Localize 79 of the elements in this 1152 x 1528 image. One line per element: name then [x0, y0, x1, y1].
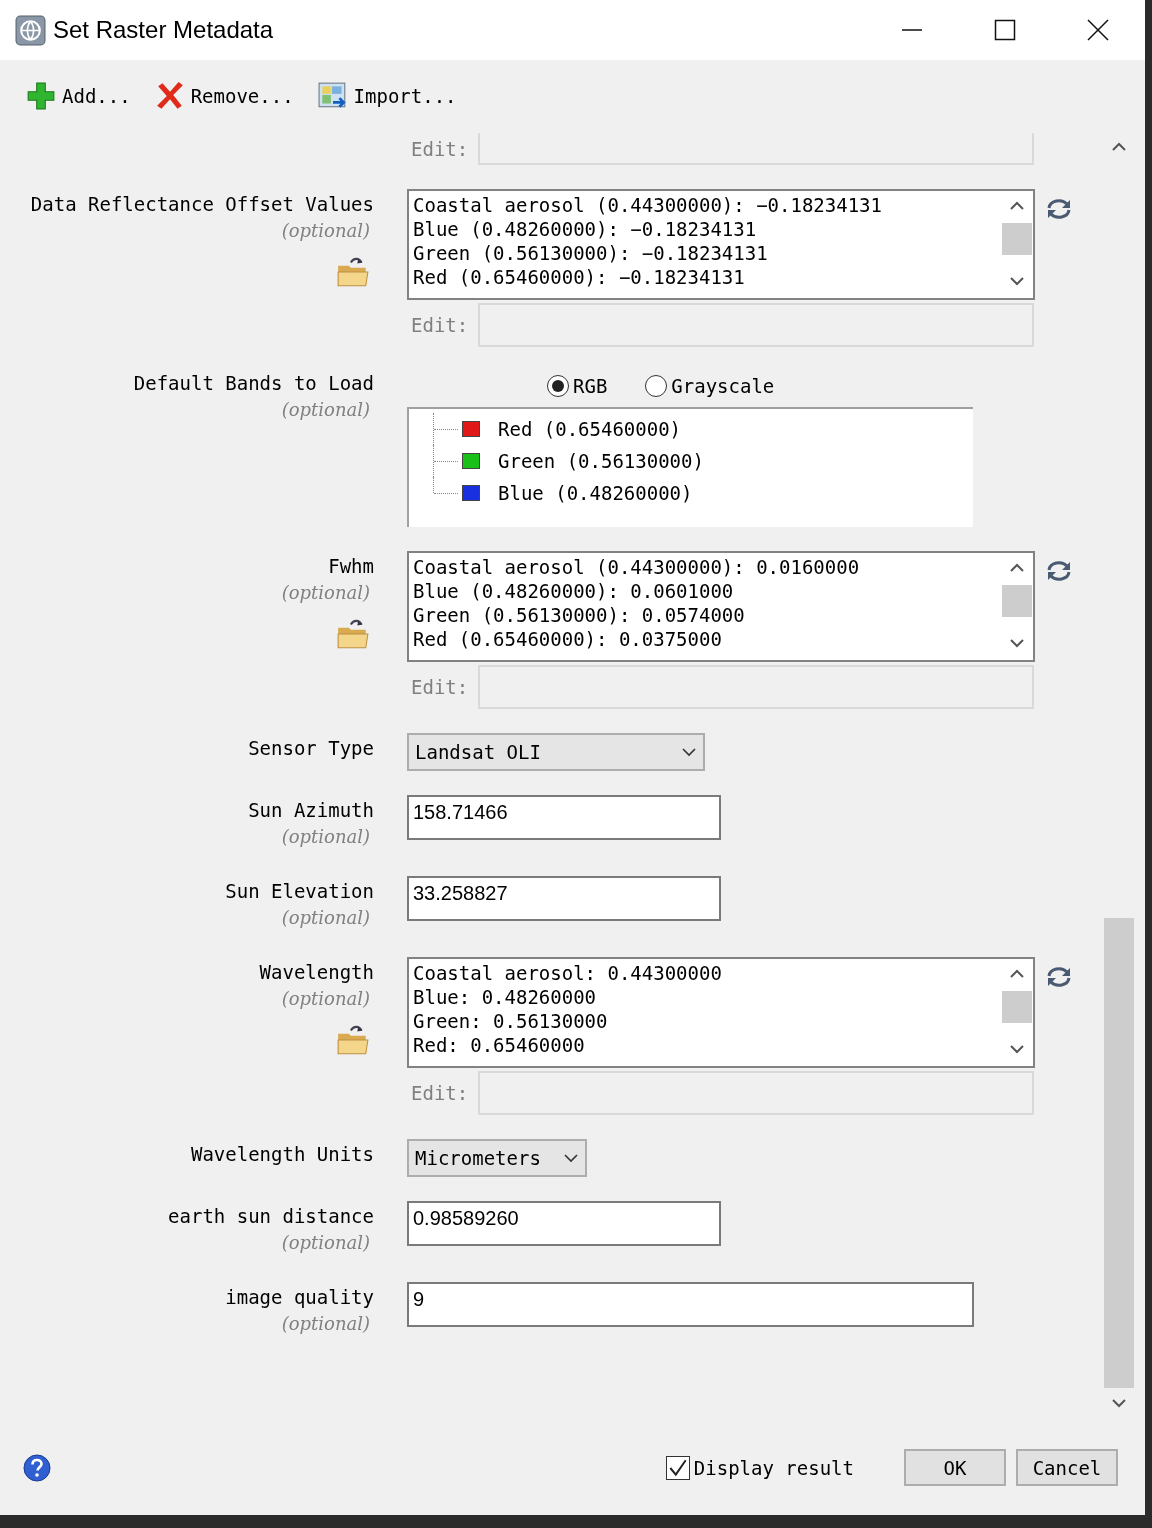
plus-icon [26, 81, 56, 111]
refresh-icon[interactable] [1045, 197, 1073, 221]
text-field[interactable]: 9 [407, 1282, 974, 1327]
maximize-icon[interactable] [994, 19, 1016, 41]
optional-label: (optional) [281, 398, 370, 422]
import-button[interactable]: Import... [317, 81, 457, 111]
value-list[interactable]: Coastal aerosol (0.44300000): 0.0160000 Blue (0.48260000): 0.0601000 Green (0.56130000): 0.0574000 Red (0.65460000): 0.0375000 [407, 551, 1035, 662]
value-list[interactable]: Coastal aerosol (0.44300000): −0.18234131 Blue (0.48260000): −0.18234131 Green (0.56130000): −0.18234131 Red (0.65460000): −0.18234131 [407, 189, 1035, 300]
scroll-up-icon[interactable] [1111, 142, 1127, 152]
cross-icon [154, 81, 185, 111]
scroll-up-icon[interactable] [1009, 969, 1025, 979]
optional-label: (optional) [281, 581, 370, 605]
scroll-up-icon[interactable] [1009, 201, 1025, 211]
dropdown[interactable]: Micrometers [407, 1139, 587, 1177]
field-label: Sun Azimuth [248, 798, 374, 822]
refresh-icon[interactable] [1045, 559, 1073, 583]
field-label: Default Bands to Load [133, 371, 374, 395]
edit-label: Edit: [411, 676, 469, 698]
edit-label: Edit: [411, 138, 469, 160]
band-item[interactable]: Red (0.65460000) [498, 418, 682, 440]
field-label: earth sun distance [168, 1204, 374, 1228]
folder-icon[interactable] [336, 256, 370, 288]
tree-line [433, 413, 460, 445]
text-field[interactable]: 33.258827 [407, 876, 721, 921]
add-button[interactable]: Add... [26, 81, 131, 111]
radio-button[interactable]: RGB [547, 375, 608, 397]
edit-label: Edit: [411, 314, 469, 336]
app-icon [15, 14, 46, 46]
field-label: image quality [225, 1285, 374, 1309]
field-label: Fwhm [328, 554, 374, 578]
scroll-down-icon[interactable] [1111, 1398, 1127, 1408]
band-item[interactable]: Green (0.56130000) [498, 450, 704, 472]
window-title: Set Raster Metadata [53, 16, 274, 44]
list-item[interactable]: Red: 0.65460000 [413, 1033, 997, 1057]
optional-label: (optional) [281, 1312, 370, 1336]
list-item[interactable]: Coastal aerosol (0.44300000): −0.18234131 [413, 193, 997, 217]
list-item[interactable]: Green (0.56130000): −0.18234131 [413, 241, 997, 265]
list-item[interactable]: Blue (0.48260000): −0.18234131 [413, 217, 997, 241]
edit-label: Edit: [411, 1082, 469, 1104]
list-item[interactable]: Coastal aerosol (0.44300000): 0.0160000 [413, 555, 997, 579]
folder-icon[interactable] [336, 1024, 370, 1056]
radio-button[interactable]: Grayscale [645, 375, 775, 397]
field-label: Sensor Type [248, 736, 374, 760]
value-list[interactable]: Coastal aerosol: 0.44300000 Blue: 0.48260000 Green: 0.56130000 Red: 0.65460000 [407, 957, 1035, 1068]
remove-button[interactable]: Remove... [154, 81, 294, 111]
field-label: Wavelength [259, 960, 374, 984]
display-result-checkbox[interactable]: Display result [665, 1455, 854, 1480]
image-import-icon [317, 81, 348, 111]
refresh-icon[interactable] [1045, 965, 1073, 989]
caret-icon [681, 747, 697, 757]
scroll-up-icon[interactable] [1009, 563, 1025, 573]
list-item[interactable]: Blue: 0.48260000 [413, 985, 997, 1009]
list-item[interactable]: Red (0.65460000): −0.18234131 [413, 265, 997, 289]
optional-label: (optional) [281, 825, 370, 849]
band-item[interactable]: Blue (0.48260000) [498, 482, 693, 504]
cancel-button[interactable]: Cancel [1016, 1449, 1118, 1486]
list-item[interactable]: Green: 0.56130000 [413, 1009, 997, 1033]
field-label: Sun Elevation [225, 879, 374, 903]
scroll-down-icon[interactable] [1009, 276, 1025, 286]
ok-button[interactable]: OK [904, 1449, 1006, 1486]
dropdown[interactable]: Landsat OLI [407, 733, 705, 771]
list-item[interactable]: Red (0.65460000): 0.0375000 [413, 627, 997, 651]
close-icon[interactable] [1087, 19, 1109, 41]
scroll-down-icon[interactable] [1009, 1044, 1025, 1054]
optional-label: (optional) [281, 1231, 370, 1255]
folder-icon[interactable] [336, 618, 370, 650]
list-item[interactable]: Blue (0.48260000): 0.0601000 [413, 579, 997, 603]
help-icon[interactable] [22, 1452, 52, 1483]
caret-icon [563, 1153, 579, 1163]
field-label: Wavelength Units [190, 1142, 374, 1166]
optional-label: (optional) [281, 906, 370, 930]
scroll-down-icon[interactable] [1009, 638, 1025, 648]
field-label: Data Reflectance Offset Values [30, 192, 374, 216]
list-item[interactable]: Green (0.56130000): 0.0574000 [413, 603, 997, 627]
text-field[interactable]: 158.71466 [407, 795, 721, 840]
list-item[interactable]: Coastal aerosol: 0.44300000 [413, 961, 997, 985]
text-field[interactable]: 0.98589260 [407, 1201, 721, 1246]
optional-label: (optional) [281, 219, 370, 243]
optional-label: (optional) [281, 987, 370, 1011]
